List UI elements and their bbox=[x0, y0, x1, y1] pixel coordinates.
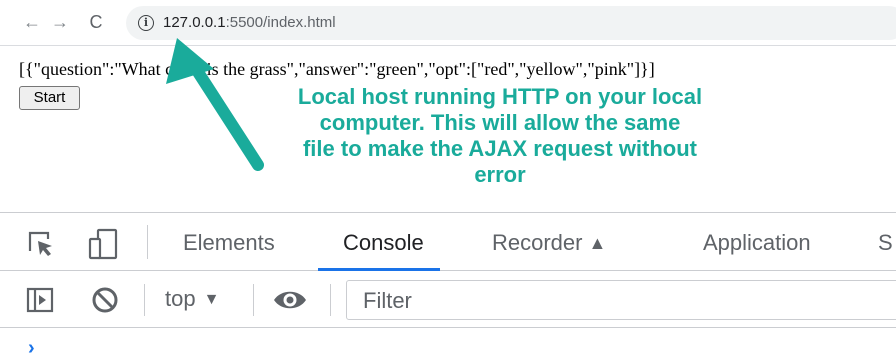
annotation-text: Local host running HTTP on your local co… bbox=[255, 84, 745, 188]
live-expression-eye-icon[interactable] bbox=[272, 287, 308, 313]
annotation-line: file to make the AJAX request without bbox=[302, 136, 698, 161]
start-button[interactable]: Start bbox=[19, 86, 80, 110]
json-output: [{"question":"What color is the grass","… bbox=[19, 59, 655, 79]
device-toolbar-icon[interactable] bbox=[86, 227, 120, 261]
toolbar-divider bbox=[144, 284, 145, 316]
devtools-tab-bar: Elements Console Recorder ▲ Application S bbox=[0, 213, 896, 271]
context-selector[interactable]: top ▼ bbox=[165, 285, 219, 314]
url-host: 127.0.0.1 bbox=[163, 14, 226, 31]
toolbar-divider bbox=[147, 225, 148, 259]
console-prompt-chevron-icon[interactable]: › bbox=[28, 338, 35, 358]
reload-icon[interactable]: C bbox=[83, 9, 109, 35]
address-bar[interactable]: i 127.0.0.1:5500/index.html bbox=[126, 6, 896, 40]
browser-toolbar: ← → C i 127.0.0.1:5500/index.html bbox=[0, 0, 896, 46]
toolbar-divider bbox=[253, 284, 254, 316]
back-arrow-icon[interactable]: ← bbox=[22, 9, 42, 35]
inspect-element-icon[interactable] bbox=[26, 229, 56, 259]
tab-sources-truncated[interactable]: S bbox=[878, 229, 893, 257]
dropdown-caret-icon: ▼ bbox=[203, 291, 220, 308]
annotation-line: computer. This will allow the same bbox=[319, 110, 681, 135]
filter-input[interactable]: Filter bbox=[346, 280, 896, 320]
flask-icon: ▲ bbox=[588, 233, 607, 253]
show-sidebar-icon[interactable] bbox=[26, 287, 54, 313]
toolbar-divider bbox=[330, 284, 331, 316]
tab-elements[interactable]: Elements bbox=[183, 229, 275, 257]
site-info-icon[interactable]: i bbox=[138, 15, 154, 31]
tab-application[interactable]: Application bbox=[703, 229, 811, 257]
tab-console[interactable]: Console bbox=[343, 229, 424, 257]
console-toolbar: top ▼ Filter bbox=[0, 271, 896, 328]
clear-console-icon[interactable] bbox=[90, 285, 120, 315]
tab-recorder-label: Recorder bbox=[492, 230, 583, 255]
annotation-line: error bbox=[474, 162, 526, 187]
filter-placeholder: Filter bbox=[363, 288, 412, 313]
tab-recorder[interactable]: Recorder ▲ bbox=[492, 229, 606, 257]
url-path: :5500/index.html bbox=[225, 14, 336, 31]
annotation-line: Local host running HTTP on your local bbox=[297, 84, 703, 109]
url-text[interactable]: 127.0.0.1:5500/index.html bbox=[163, 14, 336, 32]
forward-arrow-icon[interactable]: → bbox=[50, 9, 70, 35]
context-value: top bbox=[165, 286, 196, 311]
devtools-panel: Elements Console Recorder ▲ Application S… bbox=[0, 212, 896, 360]
